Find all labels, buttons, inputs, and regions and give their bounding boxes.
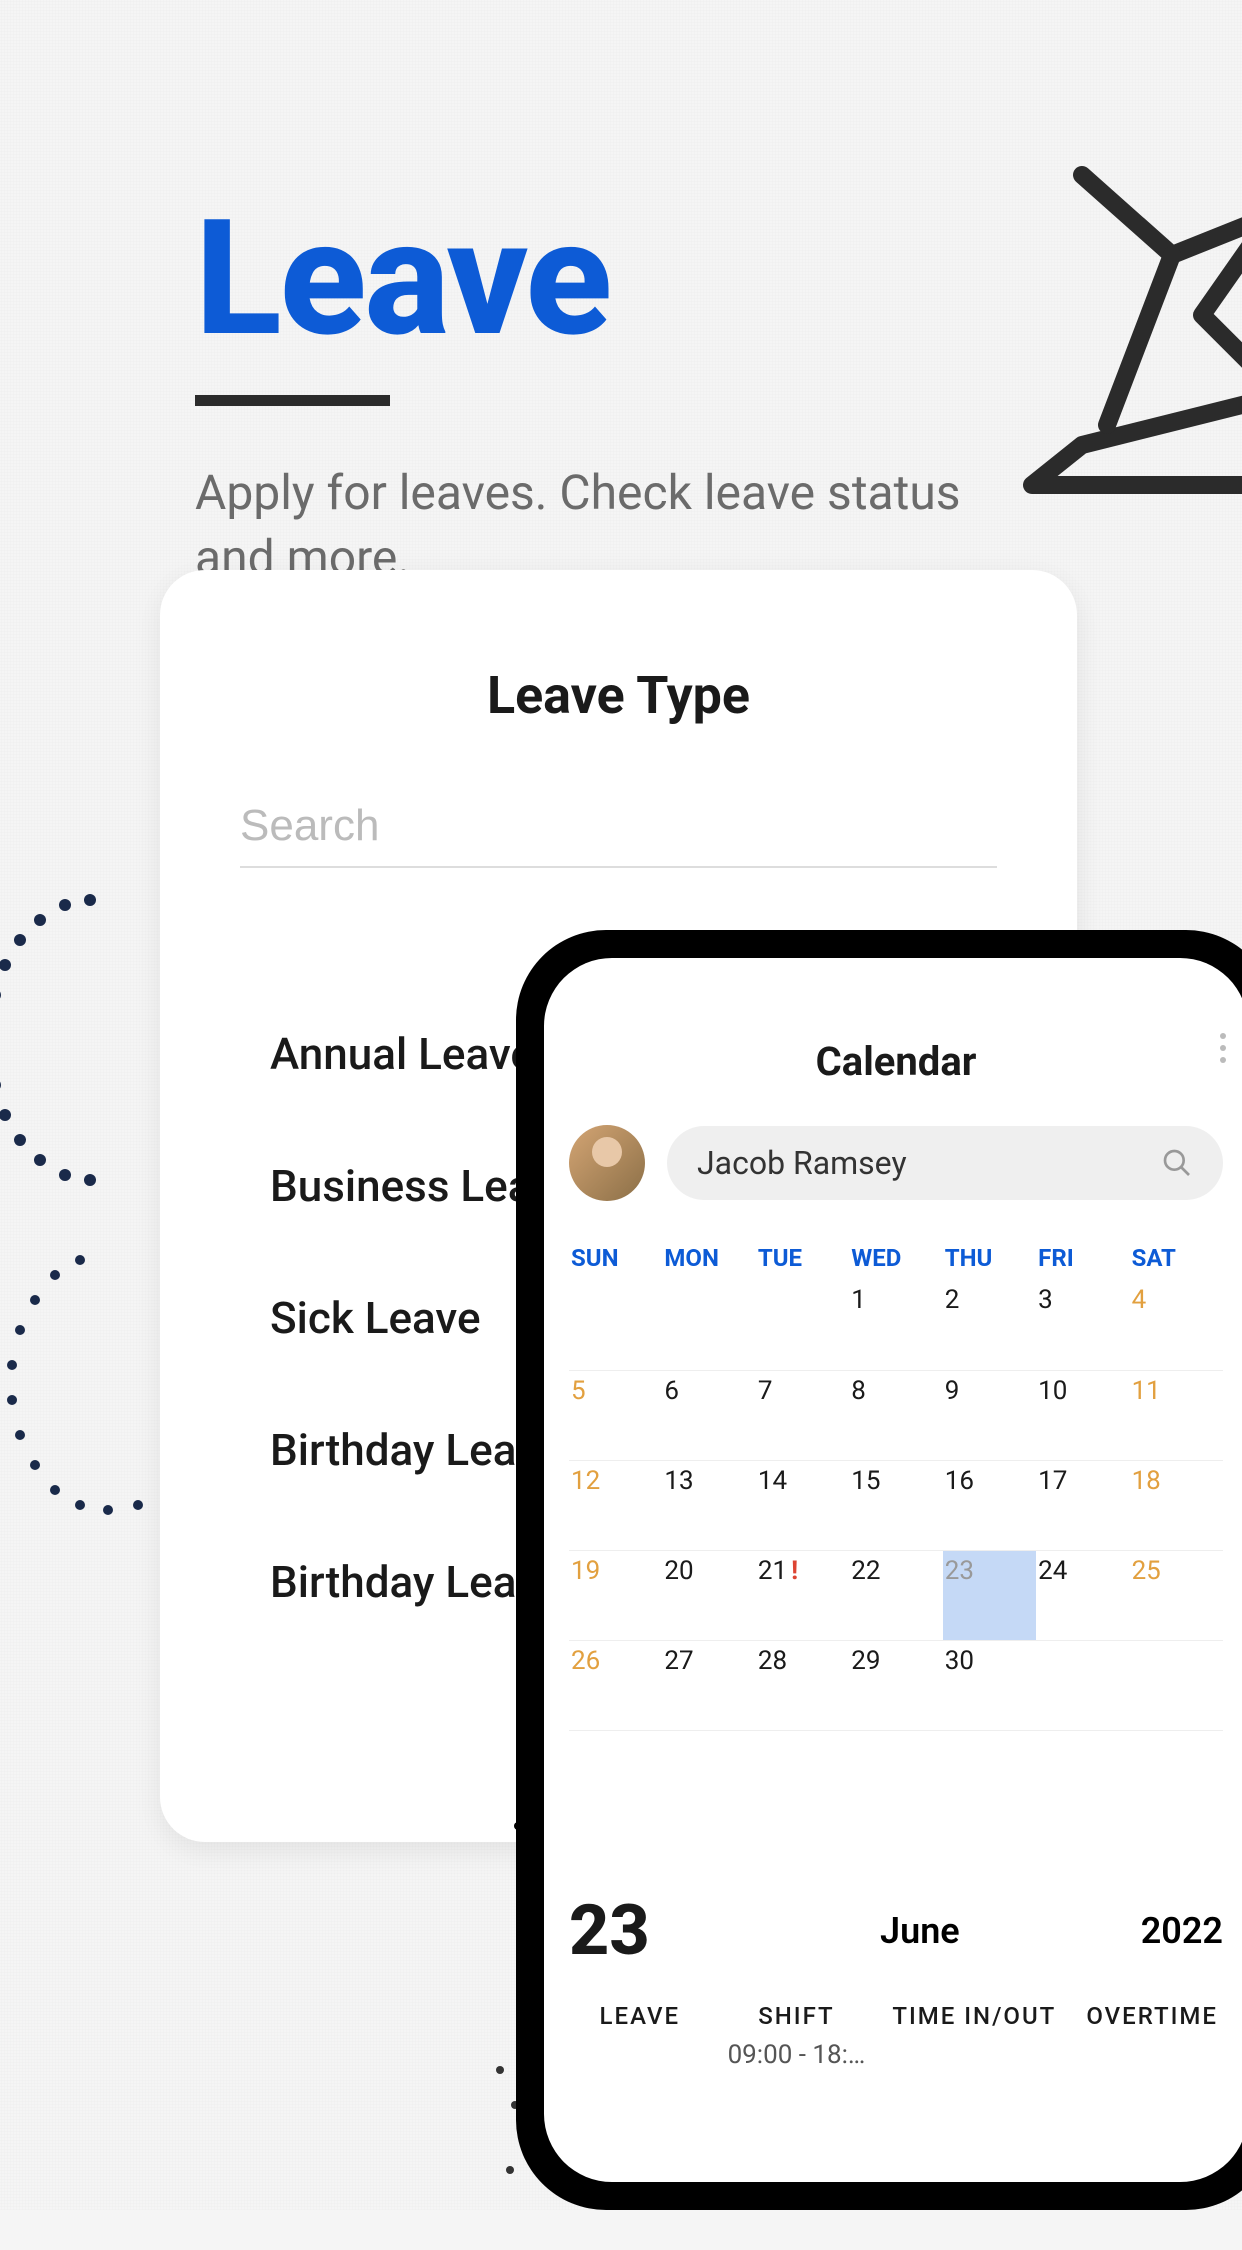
calendar-day[interactable]: 24 (1036, 1550, 1129, 1640)
calendar-day[interactable]: 22 (849, 1550, 942, 1640)
calendar-day[interactable]: 15 (849, 1460, 942, 1550)
calendar-day[interactable]: 9 (943, 1370, 1036, 1460)
calendar-day[interactable]: 11 (1130, 1370, 1223, 1460)
profile-name: Jacob Ramsey (697, 1144, 907, 1182)
month-label: June (699, 1910, 1141, 1952)
calendar-day[interactable]: 29 (849, 1640, 942, 1730)
calendar-day[interactable]: 18 (1130, 1460, 1223, 1550)
calendar-day[interactable]: 27 (662, 1640, 755, 1730)
weekday-header: MON (662, 1236, 755, 1280)
calendar-day[interactable]: 1 (849, 1280, 942, 1370)
phone-mockup: Calendar Jacob Ramsey SUN MON TUE WED TH… (516, 930, 1242, 2210)
avatar[interactable] (569, 1125, 645, 1201)
calendar-day[interactable]: 13 (662, 1460, 755, 1550)
search-icon (1161, 1147, 1193, 1179)
calendar-day[interactable]: 26 (569, 1640, 662, 1730)
tab-leave[interactable]: LEAVE (569, 2002, 711, 2070)
profile-search[interactable]: Jacob Ramsey (667, 1126, 1223, 1200)
calendar: SUN MON TUE WED THU FRI SAT 1 2 3 4 5 6 … (569, 1236, 1223, 1820)
weekday-header: THU (943, 1236, 1036, 1280)
calendar-day[interactable]: 28 (756, 1640, 849, 1730)
calendar-day[interactable]: 5 (569, 1370, 662, 1460)
title-underline (195, 395, 390, 406)
calendar-day[interactable]: 17 (1036, 1460, 1129, 1550)
menu-icon[interactable] (1220, 1033, 1226, 1063)
calendar-day[interactable]: 12 (569, 1460, 662, 1550)
phone-title: Calendar (569, 1038, 1223, 1085)
umbrella-icon (1022, 165, 1242, 495)
calendar-day[interactable]: 10 (1036, 1370, 1129, 1460)
calendar-day[interactable]: 14 (756, 1460, 849, 1550)
calendar-day[interactable]: 3 (1036, 1280, 1129, 1370)
tab-time-in-out[interactable]: TIME IN/OUT (882, 2002, 1066, 2070)
calendar-day[interactable]: 20 (662, 1550, 755, 1640)
calendar-day[interactable]: 2 (943, 1280, 1036, 1370)
weekday-header: FRI (1036, 1236, 1129, 1280)
calendar-day-selected[interactable]: 23 (943, 1550, 1036, 1640)
calendar-day[interactable]: 8 (849, 1370, 942, 1460)
calendar-day[interactable]: 4 (1130, 1280, 1223, 1370)
calendar-day[interactable]: 6 (662, 1370, 755, 1460)
weekday-header: SAT (1130, 1236, 1223, 1280)
calendar-day[interactable]: 7 (756, 1370, 849, 1460)
calendar-day[interactable]: 16 (943, 1460, 1036, 1550)
calendar-day[interactable]: 30 (943, 1640, 1036, 1730)
search-input[interactable] (240, 786, 997, 868)
year-label: 2022 (1141, 1910, 1223, 1952)
calendar-day[interactable]: 25 (1130, 1550, 1223, 1640)
shift-value: 09:00 - 18:… (726, 2040, 868, 2070)
leave-card-title: Leave Type (240, 665, 997, 726)
weekday-header: TUE (756, 1236, 849, 1280)
calendar-day[interactable]: 19 (569, 1550, 662, 1640)
calendar-day[interactable]: 21! (756, 1550, 849, 1640)
weekday-header: WED (849, 1236, 942, 1280)
page-title: Leave (195, 200, 975, 360)
tab-overtime[interactable]: OVERTIME (1081, 2002, 1223, 2070)
weekday-header: SUN (569, 1236, 662, 1280)
selected-day: 23 (569, 1890, 699, 1972)
tab-shift[interactable]: SHIFT 09:00 - 18:… (726, 2002, 868, 2070)
